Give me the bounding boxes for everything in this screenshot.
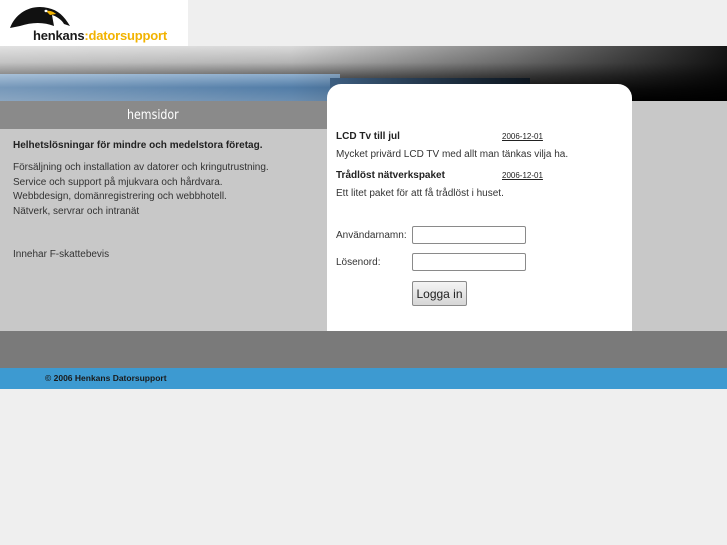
- logo[interactable]: henkans:datorsupport: [0, 0, 188, 46]
- news-login-panel: [327, 84, 632, 331]
- service-line: Service och support på mjukvara och hård…: [13, 176, 223, 188]
- bottom-band: [0, 331, 727, 368]
- password-input[interactable]: [412, 253, 526, 271]
- tax-note: Innehar F-skattebevis: [13, 249, 110, 261]
- service-line: Webbdesign, domänregistrering och webbho…: [13, 191, 227, 203]
- news-date-link[interactable]: 2006-12-01: [502, 171, 543, 180]
- password-label: Lösenord:: [336, 257, 381, 268]
- username-label: Användarnamn:: [336, 230, 407, 241]
- login-button[interactable]: Logga in: [412, 281, 467, 306]
- logo-wordmark: henkans:datorsupport: [33, 28, 167, 43]
- news-title[interactable]: LCD Tv till jul: [336, 131, 400, 142]
- tab-hemsidor[interactable]: hemsidor: [127, 108, 179, 123]
- intro-section: Helhetslösningar för mindre och medelsto…: [13, 140, 313, 260]
- service-line: Nätverk, servrar och intranät: [13, 205, 140, 217]
- news-body: Ett litet paket för att få trådlöst i hu…: [336, 188, 504, 199]
- username-input[interactable]: [412, 226, 526, 244]
- copyright-text: © 2006 Henkans Datorsupport: [45, 373, 167, 383]
- news-body: Mycket privärd LCD TV med allt man tänka…: [336, 149, 569, 160]
- news-date-link[interactable]: 2006-12-01: [502, 132, 543, 141]
- intro-heading: Helhetslösningar för mindre och medelsto…: [13, 140, 263, 151]
- service-line: Försäljning och installation av datorer …: [13, 162, 269, 173]
- news-title[interactable]: Trådlöst nätverkspaket: [336, 170, 445, 181]
